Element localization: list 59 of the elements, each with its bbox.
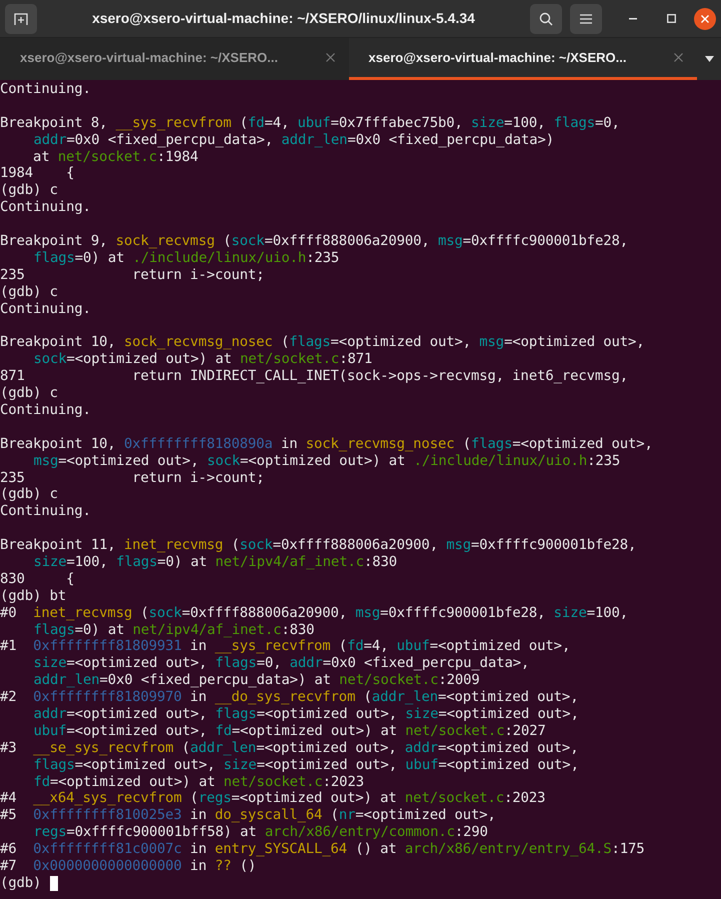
- terminal-line: Breakpoint 10, sock_recvmsg_nosec (flags=<optimized out>, msg=<optimized out>,: [0, 333, 645, 352]
- terminal-line: 830 {: [0, 570, 74, 589]
- terminal-line: Continuing.: [0, 300, 91, 319]
- terminal-line: (gdb) c: [0, 485, 58, 504]
- terminal-line: Continuing.: [0, 80, 91, 100]
- terminal-line: (gdb) bt: [0, 586, 66, 606]
- terminal-line: #4 __x64_sys_recvfrom (regs=<optimized out>) at net/socket.c:2023: [0, 789, 546, 808]
- terminal-line: ubuf=<optimized out>, fd=<optimized out>) at net/socket.c:2027: [33, 722, 546, 741]
- terminal-line: addr=0x0 <fixed_percpu_data>, addr_len=0x0 <fixed_percpu_data>): [33, 130, 554, 150]
- search-icon: [539, 12, 553, 26]
- terminal-line: flags=0) at ./include/linux/uio.h:235: [33, 248, 340, 268]
- window-title: xsero@xsero-virtual-machine: ~/XSERO/linux/linux-5.4.34: [92, 9, 475, 28]
- menu-icon: [580, 14, 592, 24]
- terminal-line: Continuing.: [0, 400, 91, 420]
- terminal-line: size=<optimized out>, flags=0, addr=0x0 <fixed_percpu_data>,: [33, 654, 530, 673]
- terminal-tab[interactable]: xsero@xsero-virtual-machine: ~/XSERO...: [0, 38, 348, 80]
- terminal-line: Breakpoint 9, sock_recvmsg (sock=0xffff888006a20900, msg=0xffffc900001bfe28,: [0, 232, 628, 251]
- new-tab-button[interactable]: [5, 4, 37, 34]
- terminal-line: regs=0xffffc900001bff58) at arch/x86/entry/common.c:290: [33, 823, 488, 842]
- close-tab-icon: [674, 53, 683, 62]
- terminal-line: 235 return i->count;: [0, 468, 264, 488]
- terminal-line: at net/socket.c:1984: [32, 148, 198, 166]
- terminal-line: Breakpoint 11, inet_recvmsg (sock=0xffff888006a20900, msg=0xffffc900001bfe28,: [0, 536, 636, 555]
- terminal-line: addr=<optimized out>, flags=<optimized out>, size=<optimized out>,: [33, 704, 579, 724]
- terminal-line: flags=<optimized out>, size=<optimized out>, ubuf=<optimized out>,: [33, 756, 579, 775]
- close-tab-icon: [326, 53, 334, 62]
- terminal-line: #3 __se_sys_recvfrom (addr_len=<optimized out>, addr=<optimized out>,: [0, 738, 578, 758]
- menu-button[interactable]: [570, 4, 602, 34]
- close-icon: [701, 14, 709, 22]
- terminal-line: (gdb) c: [0, 181, 58, 200]
- maximize-icon: [666, 14, 676, 23]
- terminal-line: Continuing.: [0, 198, 91, 218]
- minimize-icon: [629, 18, 637, 20]
- terminal-line: msg=<optimized out>, sock=<optimized out>) at ./include/linux/uio.h:235: [33, 452, 620, 471]
- terminal-line: (gdb) c: [0, 282, 58, 302]
- terminal-line: #1 0xffffffff81809931 in __sys_recvfrom (fd=4, ubuf=<optimized out>,: [0, 638, 570, 656]
- terminal-tab[interactable]: xsero@xsero-virtual-machine: ~/XSERO...: [348, 38, 697, 80]
- terminal-line: #2 0xffffffff81809970 in __do_sys_recvfrom (addr_len=<optimized out>,: [0, 688, 578, 707]
- terminal-line: fd=<optimized out>) at net/socket.c:2023: [33, 772, 364, 792]
- terminal-line: sock=<optimized out>) at net/socket.c:871: [33, 350, 372, 370]
- terminal-line: 871 return INDIRECT_CALL_INET(sock->ops->recvmsg, inet6_recvmsg,: [0, 367, 628, 386]
- terminal-line: Continuing.: [0, 502, 91, 522]
- terminal-line: size=100, flags=0) at net/ipv4/af_inet.c:830: [33, 552, 398, 572]
- terminal-line: Breakpoint 10, 0xffffffff8180890a in sock_recvmsg_nosec (flags=<optimized out>,: [0, 434, 653, 454]
- terminal-line: Breakpoint 8, __sys_recvfrom (fd=4, ubuf=0x7fffabec75b0, size=100, flags=0,: [0, 114, 620, 133]
- caret-down-icon: [704, 56, 714, 62]
- terminal-line: 1984 {: [0, 164, 74, 184]
- terminal-line: 235 return i->count;: [0, 266, 264, 285]
- terminal-line: #5 0xffffffff810025e3 in do_syscall_64 (nr=<optimized out>,: [0, 806, 496, 826]
- terminal-line: #6 0xffffffff81c0007c in entry_SYSCALL_64 () at arch/x86/entry/entry_64.S:175: [0, 840, 645, 860]
- terminal-line: (gdb) c: [0, 384, 58, 404]
- new-tab-icon: [14, 12, 28, 26]
- terminal-line: #7 0x0000000000000000 in ?? (): [0, 856, 256, 876]
- prompt-line: (gdb): [0, 874, 42, 893]
- close-button[interactable]: [694, 8, 716, 30]
- search-button[interactable]: [530, 4, 562, 34]
- terminal-line: flags=0) at net/ipv4/af_inet.c:830: [33, 620, 314, 640]
- terminal-line: #0 inet_recvmsg (sock=0xffff888006a20900, msg=0xffffc900001bfe28, size=100,: [0, 604, 628, 623]
- terminal-line: addr_len=0x0 <fixed_percpu_data>) at net/socket.c:2009: [33, 671, 480, 690]
